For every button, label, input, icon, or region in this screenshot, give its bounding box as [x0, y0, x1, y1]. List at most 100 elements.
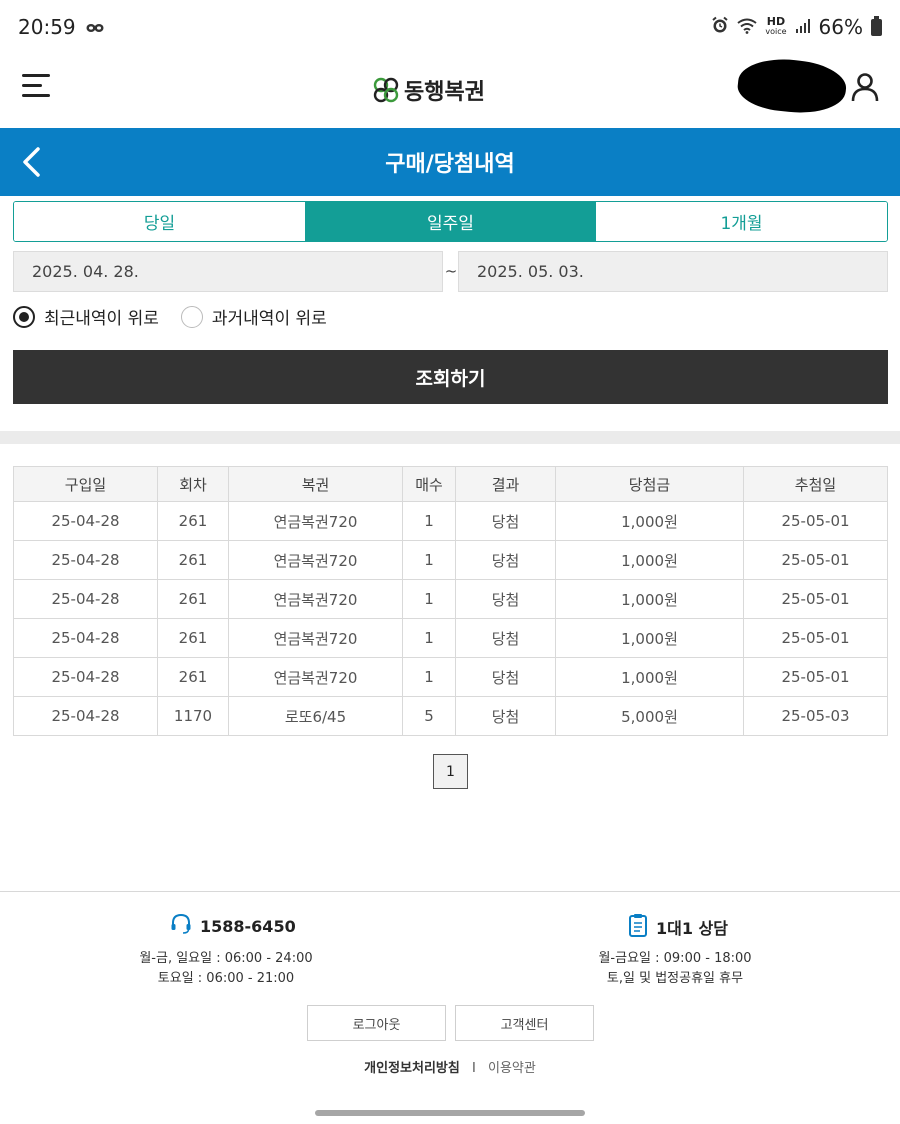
cell-result[interactable]: 당첨 — [455, 579, 556, 619]
cell-round: 261 — [157, 618, 229, 658]
logo-text: 동행복권 — [404, 80, 485, 105]
cell-count: 5 — [402, 696, 456, 736]
cell-draw-date: 25-05-03 — [743, 696, 888, 736]
status-icons: HD voice 66% — [711, 15, 882, 39]
table-row[interactable]: 25-04-28 261 연금복권720 1 당첨 1,000원 25-05-0… — [13, 501, 888, 541]
table-row[interactable]: 25-04-28 261 연금복권720 1 당첨 1,000원 25-05-0… — [13, 579, 888, 619]
clover-logo-icon — [372, 76, 400, 104]
status-bar: 20:59 HD voice 66% — [0, 0, 900, 54]
tab-week[interactable]: 일주일 — [305, 202, 596, 241]
radio-past[interactable] — [180, 305, 203, 328]
sort-options: 최근내역이 위로 과거내역이 위로 — [13, 304, 349, 329]
col-purchase-date: 구입일 — [13, 466, 158, 502]
cell-lottery: 연금복권720 — [228, 579, 403, 619]
table-row[interactable]: 25-04-28 261 연금복권720 1 당첨 1,000원 25-05-0… — [13, 540, 888, 580]
cell-lottery: 로또6/45 — [228, 696, 403, 736]
app-header: 동행복권 — [0, 54, 900, 128]
cell-purchase-date: 25-04-28 — [13, 696, 158, 736]
consult-label[interactable]: 1대1 상담 — [656, 915, 728, 939]
user-icon[interactable] — [850, 72, 880, 102]
sort-recent-option[interactable]: 최근내역이 위로 — [13, 304, 159, 329]
cell-purchase-date: 25-04-28 — [13, 540, 158, 580]
phone-number[interactable]: 1588-6450 — [200, 917, 296, 936]
cell-count: 1 — [402, 618, 456, 658]
signal-icon — [795, 15, 811, 39]
cell-draw-date: 25-05-01 — [743, 618, 888, 658]
page-title-bar: 구매/당첨내역 — [0, 128, 900, 196]
cell-purchase-date: 25-04-28 — [13, 501, 158, 541]
cell-count: 1 — [402, 657, 456, 697]
customer-center-button[interactable]: 고객센터 — [455, 1005, 594, 1041]
home-indicator[interactable] — [315, 1110, 585, 1116]
sort-past-label: 과거내역이 위로 — [211, 309, 327, 329]
back-icon[interactable] — [18, 146, 48, 178]
start-date-field[interactable]: 2025. 04. 28. — [13, 251, 443, 292]
cell-draw-date: 25-05-01 — [743, 579, 888, 619]
cell-purchase-date: 25-04-28 — [13, 618, 158, 658]
table-header-row: 구입일 회차 복권 매수 결과 당첨금 추첨일 — [13, 466, 888, 502]
phone-hours-line2: 토요일 : 06:00 - 21:00 — [157, 971, 295, 986]
wifi-icon — [737, 15, 757, 39]
cell-result[interactable]: 당첨 — [455, 657, 556, 697]
cell-lottery: 연금복권720 — [228, 657, 403, 697]
cell-round: 261 — [157, 657, 229, 697]
consult-hours: 월-금요일 : 09:00 - 18:00 토,일 및 법정공휴일 휴무 — [525, 949, 825, 989]
redacted-area — [735, 54, 849, 118]
end-date-field[interactable]: 2025. 05. 03. — [458, 251, 888, 292]
cell-draw-date: 25-05-01 — [743, 540, 888, 580]
date-separator: ~ — [444, 262, 458, 280]
cell-prize: 5,000원 — [555, 696, 744, 736]
battery-icon — [871, 15, 882, 36]
cell-count: 1 — [402, 501, 456, 541]
cell-lottery: 연금복권720 — [228, 540, 403, 580]
radio-recent[interactable] — [13, 305, 35, 328]
footer-divider — [0, 891, 900, 892]
sort-past-option[interactable]: 과거내역이 위로 — [180, 304, 327, 329]
cell-count: 1 — [402, 579, 456, 619]
col-lottery: 복권 — [228, 466, 403, 502]
period-tabs: 당일 일주일 1개월 — [13, 201, 888, 242]
hd-voice-indicator: HD voice — [765, 15, 786, 37]
cell-round: 261 — [157, 501, 229, 541]
cell-prize: 1,000원 — [555, 540, 744, 580]
hd-label: HD — [766, 15, 786, 28]
cell-result[interactable]: 당첨 — [455, 618, 556, 658]
tab-today[interactable]: 당일 — [14, 202, 305, 241]
cell-prize: 1,000원 — [555, 618, 744, 658]
tab-month[interactable]: 1개월 — [596, 202, 887, 241]
search-button[interactable]: 조회하기 — [13, 350, 888, 404]
col-draw-date: 추첨일 — [743, 466, 888, 502]
col-round: 회차 — [157, 466, 229, 502]
cell-result[interactable]: 당첨 — [455, 540, 556, 580]
footer-link-divider: I — [472, 1061, 476, 1076]
cell-round: 261 — [157, 540, 229, 580]
table-row[interactable]: 25-04-28 261 연금복권720 1 당첨 1,000원 25-05-0… — [13, 657, 888, 697]
results-table: 구입일 회차 복권 매수 결과 당첨금 추첨일 25-04-28 261 연금복… — [13, 466, 888, 736]
terms-link[interactable]: 이용약관 — [488, 1061, 536, 1076]
consult-title: 1대1 상담 — [628, 913, 728, 941]
table-row[interactable]: 25-04-28 261 연금복권720 1 당첨 1,000원 25-05-0… — [13, 618, 888, 658]
section-divider — [0, 431, 900, 444]
cell-lottery: 연금복권720 — [228, 618, 403, 658]
cell-result[interactable]: 당첨 — [455, 501, 556, 541]
cell-prize: 1,000원 — [555, 501, 744, 541]
page-1-button[interactable]: 1 — [433, 754, 468, 789]
menu-icon[interactable] — [22, 74, 50, 98]
logo[interactable]: 동행복권 — [372, 74, 485, 106]
headset-icon — [170, 913, 192, 939]
cell-lottery: 연금복권720 — [228, 501, 403, 541]
col-count: 매수 — [402, 466, 456, 502]
cell-draw-date: 25-05-01 — [743, 657, 888, 697]
cell-purchase-date: 25-04-28 — [13, 579, 158, 619]
col-prize: 당첨금 — [555, 466, 744, 502]
phone-hours: 월-금, 일요일 : 06:00 - 24:00 토요일 : 06:00 - 2… — [76, 949, 376, 989]
cell-purchase-date: 25-04-28 — [13, 657, 158, 697]
table-row[interactable]: 25-04-28 1170 로또6/45 5 당첨 5,000원 25-05-0… — [13, 696, 888, 736]
col-result: 결과 — [455, 466, 556, 502]
privacy-policy-link[interactable]: 개인정보처리방침 — [364, 1061, 460, 1076]
cell-result[interactable]: 당첨 — [455, 696, 556, 736]
logout-button[interactable]: 로그아웃 — [307, 1005, 446, 1041]
cell-round: 261 — [157, 579, 229, 619]
link-icon — [86, 15, 104, 39]
cell-round: 1170 — [157, 696, 229, 736]
